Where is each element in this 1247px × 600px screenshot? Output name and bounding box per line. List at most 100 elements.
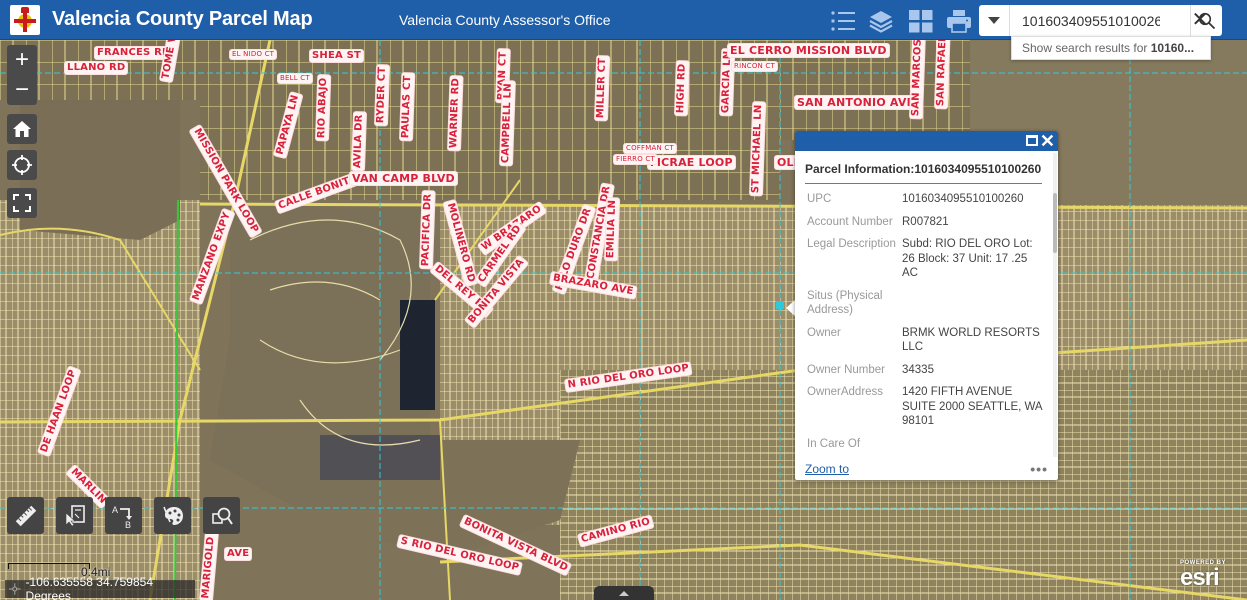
attribute-value: 1420 FIFTH AVENUE SUITE 2000 SEATTLE, WA… — [902, 386, 1042, 427]
palette-icon — [162, 506, 183, 525]
coordinate-text: -106.635558 34.759854 Degrees — [25, 575, 153, 600]
zoom-control: + − — [7, 45, 37, 105]
home-icon — [13, 121, 31, 137]
attribute-value: 1016034095510100260 — [902, 193, 1024, 205]
street-label: BELL CT — [278, 74, 312, 83]
attribute-row: Legal Description Subd: RIO DEL ORO Lot: … — [805, 235, 1042, 287]
street-label: FIERRO CT — [614, 155, 657, 164]
scrollbar-thumb[interactable] — [1053, 193, 1057, 253]
select-icon — [65, 504, 85, 526]
attribute-row: Account Number R007821 — [805, 213, 1042, 236]
attribute-row: UPC 1016034095510100260 — [805, 190, 1042, 213]
zoom-to-link[interactable]: Zoom to — [805, 462, 849, 476]
selected-parcel-marker — [776, 301, 784, 309]
esri-brand: esri — [1180, 564, 1220, 591]
fullscreen-icon — [13, 194, 31, 212]
attribute-value — [902, 435, 1042, 458]
print-icon[interactable] — [946, 8, 972, 34]
attribute-row: Situs (Physical Address) — [805, 287, 1042, 324]
attribute-table: UPC 1016034095510100260 Account Number R00… — [805, 190, 1042, 457]
attribute-row: Owner Number 34335 — [805, 361, 1042, 384]
attribute-value: BRMK WORLD RESORTS LLC — [902, 326, 1040, 354]
popup-body[interactable]: Parcel Information:1016034095510100260 U… — [795, 151, 1052, 457]
attribute-value: 34335 — [902, 363, 934, 376]
basemap-gallery-icon[interactable] — [908, 8, 934, 34]
home-button[interactable] — [7, 114, 37, 144]
attribute-value: Subd: RIO DEL ORO Lot: 26 Block: 37 Unit… — [902, 238, 1033, 279]
street-label: EL NIDO CT — [230, 50, 277, 59]
street-label: VAN CAMP BLVD — [350, 172, 457, 185]
popup-scrollbar[interactable] — [1053, 153, 1057, 457]
street-label: AVE — [225, 548, 252, 560]
search-input[interactable] — [1010, 5, 1190, 36]
attribute-row: OwnerAddress 1420 FIFTH AVENUE SUITE 2000… — [805, 383, 1042, 435]
county-logo — [10, 4, 40, 35]
street-label: GARCIA LN — [720, 48, 735, 116]
search-widget: ✕ — [979, 5, 1222, 36]
more-actions-icon[interactable]: ••• — [1030, 461, 1048, 477]
attribute-label: Owner — [807, 326, 841, 339]
street-label: FRANCES RD — [95, 47, 173, 59]
clear-search-icon[interactable]: ✕ — [1190, 10, 1210, 30]
coordinate-readout[interactable]: -106.635558 34.759854 Degrees — [5, 575, 195, 600]
directions-b: B — [125, 520, 131, 529]
attribute-value — [902, 287, 1042, 324]
app-title: Valencia County Parcel Map — [52, 8, 313, 30]
locate-icon — [12, 155, 32, 175]
measure-icon — [15, 505, 36, 526]
select-button[interactable] — [56, 497, 93, 534]
street-label: EL CERRO MISSION BLVD — [728, 44, 889, 57]
parcel-popup: ✕ Parcel Information:1016034095510100260… — [795, 131, 1058, 480]
chevron-down-icon — [988, 17, 1000, 24]
maximize-icon[interactable] — [1026, 135, 1038, 146]
layers-icon[interactable] — [868, 8, 894, 34]
directions-button[interactable]: A B — [105, 497, 142, 534]
chevron-up-icon — [619, 590, 629, 596]
street-label: RIO ABAJO — [316, 75, 331, 141]
directions-icon: A B — [112, 505, 132, 529]
street-label: MCRAE LOOP — [648, 156, 735, 169]
street-label: HIGH RD — [675, 61, 689, 116]
street-label: PAULAS CT — [400, 73, 415, 141]
street-label: COFFMAN CT — [624, 144, 676, 153]
measure-button[interactable] — [7, 497, 44, 534]
locate-button[interactable] — [7, 150, 37, 180]
scale-bar — [8, 563, 90, 569]
street-label: SHEA ST — [310, 50, 364, 62]
zoom-in-button[interactable]: + — [7, 45, 37, 75]
zoom-out-button[interactable]: − — [7, 75, 37, 105]
street-label: RINCON CT — [732, 62, 777, 71]
street-label: AVILA DR — [352, 112, 367, 171]
street-label: RYDER CT — [375, 64, 390, 126]
search-suggestion[interactable]: Show search results for 10160... — [1011, 36, 1211, 60]
attribute-table-toggle[interactable] — [594, 586, 654, 600]
attribute-row: In Care Of — [805, 435, 1042, 458]
parcel-area — [0, 200, 200, 600]
street-label: EMILIA LN — [605, 197, 620, 261]
attribute-label: OwnerAddress — [807, 386, 884, 398]
draw-button[interactable] — [154, 497, 191, 534]
street-label: MILLER CT — [595, 55, 610, 121]
open-land — [20, 100, 180, 240]
attribute-label: Account Number — [807, 215, 893, 228]
street-label: LLANO RD — [65, 62, 128, 74]
attribute-label: Situs (Physical Address) — [807, 289, 883, 317]
query-icon — [211, 507, 233, 525]
fullscreen-button[interactable] — [7, 188, 37, 218]
app-header: Valencia County Parcel Map Valencia Coun… — [0, 0, 1247, 40]
app-subtitle: Valencia County Assessor's Office — [399, 12, 611, 28]
legend-icon[interactable] — [830, 8, 856, 34]
app: FRANCES RD LLANO RD TOME VISTA DR EL NID… — [0, 0, 1247, 600]
street-label: SAN ANTONIO AVE — [795, 96, 917, 109]
suggestion-prefix: Show search results for — [1022, 41, 1151, 55]
close-icon[interactable]: ✕ — [1040, 131, 1055, 151]
search-source-dropdown[interactable] — [979, 5, 1010, 36]
attribute-row: Owner BRMK WORLD RESORTS LLC — [805, 324, 1042, 361]
esri-logo[interactable]: POWERED BY esri — [1180, 560, 1226, 590]
query-button[interactable] — [203, 497, 240, 534]
attribute-label: Legal Description — [807, 238, 896, 250]
attribute-label: In Care Of — [807, 437, 861, 450]
attribute-value: R007821 — [902, 215, 949, 228]
crosshair-icon — [9, 583, 21, 595]
popup-title: Parcel Information:1016034095510100260 — [805, 162, 1042, 184]
